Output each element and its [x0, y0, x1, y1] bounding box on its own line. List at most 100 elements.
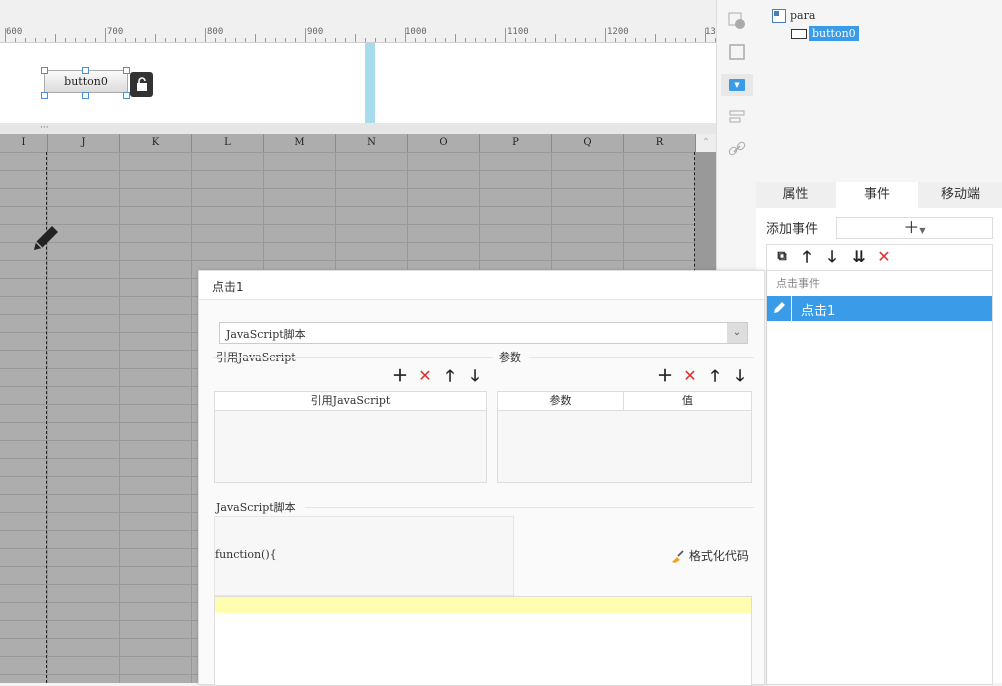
move-up-icon[interactable]: 🡑	[440, 366, 460, 386]
selection-handle[interactable]	[41, 92, 48, 99]
ruler-tick	[335, 38, 336, 42]
ruler-tick	[15, 38, 16, 42]
ruler-tick	[205, 28, 206, 42]
script-type-select[interactable]: JavaScript脚本 ⌄	[219, 322, 748, 344]
selection-handle[interactable]	[82, 67, 89, 74]
value-column-header: 值	[624, 392, 751, 411]
pencil-icon	[30, 222, 62, 257]
ruler-tick	[95, 38, 96, 42]
ruler-tick	[105, 28, 106, 42]
column-header[interactable]: J	[48, 134, 120, 152]
tab-properties[interactable]: 属性	[756, 182, 835, 208]
unlock-icon[interactable]	[130, 72, 153, 97]
event-item-selected[interactable]: 点击1	[767, 296, 992, 321]
tree-item-button0[interactable]: button0	[809, 26, 859, 41]
column-header[interactable]: O	[408, 134, 480, 152]
ruler-tick	[605, 28, 606, 42]
tab-events[interactable]: 事件	[836, 182, 918, 208]
add-icon[interactable]: ＋	[390, 366, 410, 386]
ruler-tick	[315, 38, 316, 42]
ruler-tick	[245, 38, 246, 42]
ruler-tick	[255, 34, 256, 42]
format-code-button[interactable]: 格式化代码	[671, 547, 751, 565]
edit-icon[interactable]	[767, 296, 792, 321]
column-header[interactable]: R	[624, 134, 696, 152]
form-icon	[772, 9, 786, 26]
params-label: 参数	[499, 351, 521, 364]
column-header[interactable]: M	[264, 134, 336, 152]
ruler-tick	[505, 28, 506, 42]
ruler-label: 1000	[405, 27, 427, 37]
ruler-tick	[705, 28, 706, 42]
ruler-tick	[475, 38, 476, 42]
ruler-tick	[455, 34, 456, 42]
ruler-tick	[685, 38, 686, 42]
ruler-tick	[55, 34, 56, 42]
column-header[interactable]: P	[480, 134, 552, 152]
delete-icon[interactable]: ✕	[680, 366, 700, 386]
ruler-tick	[235, 38, 236, 42]
event-toolbar: ⧉ 🡑 🡓 ⇊ ✕	[766, 244, 993, 271]
ruler-tick	[215, 38, 216, 42]
widget-tree: para button0	[756, 0, 1002, 182]
ruler-tick	[665, 38, 666, 42]
move-down-icon[interactable]: 🡓	[465, 366, 485, 386]
ruler-tick	[175, 38, 176, 42]
grid-row-line	[0, 188, 696, 189]
ruler-tick	[495, 38, 496, 42]
ruler-tick	[115, 38, 116, 42]
ruler-tick	[225, 38, 226, 42]
add-event-dropdown[interactable]: ＋▼	[836, 217, 993, 239]
ruler-tick	[375, 38, 376, 42]
code-editor[interactable]	[214, 596, 752, 686]
button-icon	[791, 28, 807, 42]
ruler-tick	[585, 38, 586, 42]
selection-handle[interactable]	[123, 67, 130, 74]
move-up-icon[interactable]: 🡑	[705, 366, 725, 386]
ruler-tick	[615, 38, 616, 42]
delete-icon[interactable]: ✕	[874, 247, 894, 267]
layers-icon[interactable]	[727, 108, 747, 128]
column-header[interactable]: I	[0, 134, 48, 152]
dropdown-widget-icon[interactable]: ▼	[721, 74, 753, 96]
ruler-tick	[165, 38, 166, 42]
boundary-marker	[365, 43, 375, 123]
delete-icon[interactable]: ✕	[415, 366, 435, 386]
ruler-tick	[265, 38, 266, 42]
chevron-down-icon[interactable]: ⌄	[727, 323, 747, 343]
column-header[interactable]: K	[120, 134, 192, 152]
function-header-box: function(){	[214, 516, 514, 596]
ruler-label: 900	[307, 27, 324, 37]
copy-icon[interactable]: ⧉	[772, 247, 792, 267]
add-icon[interactable]: ＋	[655, 366, 675, 386]
ruler-tick	[435, 38, 436, 42]
move-bottom-icon[interactable]: ⇊	[849, 247, 869, 267]
ruler-tick	[85, 38, 86, 42]
selection-handle[interactable]	[123, 92, 130, 99]
link-icon[interactable]	[727, 140, 747, 160]
column-header[interactable]: Q	[552, 134, 624, 152]
resize-bar[interactable]: ···	[0, 123, 716, 134]
selection-handle[interactable]	[82, 92, 89, 99]
tree-root[interactable]: para	[790, 9, 815, 22]
widget-settings-icon[interactable]	[727, 12, 747, 32]
ruler-tick	[515, 38, 516, 42]
ruler-tick	[155, 34, 156, 42]
column-header[interactable]: N	[336, 134, 408, 152]
ruler-tick	[35, 38, 36, 42]
move-up-icon[interactable]: 🡑	[797, 247, 817, 267]
ruler-tick	[345, 38, 346, 42]
tab-mobile[interactable]: 移动端	[919, 182, 1002, 208]
column-header[interactable]: L	[192, 134, 264, 152]
frame-icon[interactable]	[727, 44, 747, 64]
ref-js-table: 引用JavaScript	[214, 391, 487, 483]
ruler-label: 1100	[507, 27, 529, 37]
event-dialog: 点击1 JavaScript脚本 ⌄ 引用JavaScript 参数 ＋ ✕ 🡑…	[198, 270, 765, 686]
move-down-icon[interactable]: 🡓	[730, 366, 750, 386]
move-down-icon[interactable]: 🡓	[822, 247, 842, 267]
ruler-label: 13	[705, 27, 716, 37]
ruler-tick	[675, 38, 676, 42]
ruler-tick	[535, 38, 536, 42]
selection-handle[interactable]	[41, 67, 48, 74]
right-panel: para button0 属性 事件 移动端 添加事件 ＋▼ ⧉ 🡑 🡓 ⇊ ✕…	[756, 0, 1002, 685]
